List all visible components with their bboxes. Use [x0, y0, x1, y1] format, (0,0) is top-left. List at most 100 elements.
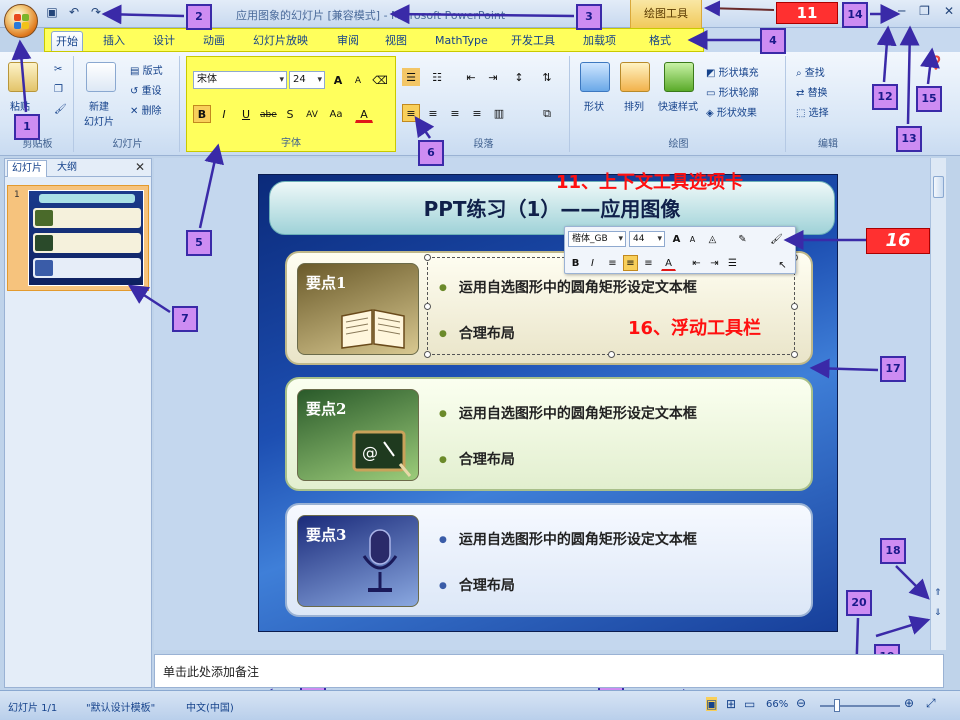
- mini-italic-button[interactable]: I: [585, 255, 600, 271]
- undo-icon[interactable]: ↶: [66, 4, 82, 20]
- mini-grow-font-button[interactable]: A: [669, 231, 684, 247]
- point-card-2[interactable]: 要点2 @ 运用自选图形中的圆角矩形设定文本框 合理布局: [285, 377, 813, 491]
- point-card-3[interactable]: 要点3 运用自选图形中的圆角矩形设定文本框 合理布局: [285, 503, 813, 617]
- tab-review[interactable]: 审阅: [333, 31, 363, 51]
- mini-align-right-button[interactable]: ≡: [641, 255, 656, 271]
- font-name-combo[interactable]: 宋体: [193, 71, 287, 89]
- quick-styles-button[interactable]: 快速样式: [658, 98, 698, 113]
- numbering-button[interactable]: ☷: [428, 68, 446, 86]
- mini-bold-button[interactable]: B: [568, 255, 583, 271]
- slide-sorter-icon[interactable]: ⊞: [726, 697, 736, 711]
- strikethrough-button[interactable]: abe: [259, 105, 277, 123]
- zoom-in-icon[interactable]: ⊕: [904, 696, 914, 710]
- select-button[interactable]: ⬚ 选择: [796, 104, 829, 119]
- copy-icon[interactable]: ❐: [54, 84, 63, 95]
- minimize-icon[interactable]: ─: [898, 4, 905, 18]
- zoom-slider[interactable]: [820, 705, 900, 707]
- save-icon[interactable]: ▣: [44, 4, 60, 20]
- resize-handle[interactable]: [608, 351, 615, 358]
- decrease-indent-button[interactable]: ⇤: [462, 68, 480, 86]
- resize-handle[interactable]: [424, 351, 431, 358]
- zoom-out-icon[interactable]: ⊖: [796, 696, 806, 710]
- italic-button[interactable]: I: [215, 105, 233, 123]
- vertical-scrollbar[interactable]: ⇑ ⇓: [930, 158, 946, 650]
- next-slide-icon[interactable]: ⇓: [934, 608, 942, 618]
- prev-slide-icon[interactable]: ⇑: [934, 588, 942, 598]
- notes-pane[interactable]: 单击此处添加备注: [154, 654, 944, 688]
- line-spacing-button[interactable]: ↕: [510, 68, 528, 86]
- grow-font-button[interactable]: A: [329, 71, 347, 89]
- mini-font-color-button[interactable]: A: [661, 255, 676, 271]
- tab-view[interactable]: 视图: [381, 31, 411, 51]
- tab-slides-pane[interactable]: 幻灯片: [7, 160, 47, 177]
- language-status[interactable]: 中文(中国): [186, 699, 234, 714]
- shape-outline-button[interactable]: ▭ 形状轮廓: [706, 84, 759, 99]
- tab-animation[interactable]: 动画: [199, 31, 229, 51]
- increase-indent-button[interactable]: ⇥: [484, 68, 502, 86]
- smartart-button[interactable]: ⧉: [538, 104, 556, 122]
- align-center-button[interactable]: ≡: [424, 104, 442, 122]
- bullets-button[interactable]: ☰: [402, 68, 420, 86]
- mini-highlight-icon[interactable]: ◬: [705, 231, 720, 247]
- columns-button[interactable]: ▥: [490, 104, 508, 122]
- scroll-thumb[interactable]: [933, 176, 944, 198]
- mini-font-name[interactable]: 楷体_GB: [568, 231, 626, 247]
- underline-button[interactable]: U: [237, 105, 255, 123]
- shape-fill-button[interactable]: ◩ 形状填充: [706, 64, 759, 79]
- mini-align-left-button[interactable]: ≡: [605, 255, 620, 271]
- fit-window-icon[interactable]: ⤢: [926, 696, 936, 711]
- shapes-button[interactable]: 形状: [584, 98, 604, 113]
- reset-button[interactable]: ↺ 重设: [130, 82, 162, 97]
- clear-format-button[interactable]: ⌫: [371, 71, 389, 89]
- tab-mathtype[interactable]: MathType: [431, 31, 492, 51]
- zoom-level[interactable]: 66%: [766, 699, 788, 710]
- text-direction-button[interactable]: ⇅: [538, 68, 556, 86]
- tab-design[interactable]: 设计: [149, 31, 179, 51]
- shape-effects-button[interactable]: ◈ 形状效果: [706, 104, 757, 119]
- layout-button[interactable]: ▤ 版式: [130, 62, 163, 77]
- tab-insert[interactable]: 插入: [99, 31, 129, 51]
- slideshow-icon[interactable]: ▭: [744, 697, 755, 711]
- tab-outline-pane[interactable]: 大纲: [53, 160, 81, 177]
- tab-home[interactable]: 开始: [51, 31, 83, 51]
- resize-handle[interactable]: [791, 351, 798, 358]
- resize-handle[interactable]: [424, 303, 431, 310]
- tab-developer[interactable]: 开发工具: [507, 31, 559, 51]
- close-icon[interactable]: ✕: [944, 4, 954, 18]
- maximize-icon[interactable]: ❐: [919, 4, 930, 18]
- mini-decrease-indent-button[interactable]: ⇤: [689, 255, 704, 271]
- mini-font-size[interactable]: 44: [629, 231, 665, 247]
- align-left-button[interactable]: ≡: [402, 104, 420, 122]
- paste-button[interactable]: 粘贴: [10, 98, 30, 113]
- find-button[interactable]: ⌕ 查找: [796, 64, 825, 79]
- office-button[interactable]: [4, 4, 38, 38]
- resize-handle[interactable]: [424, 254, 431, 261]
- theme-status[interactable]: "默认设计模板": [86, 699, 155, 714]
- replace-button[interactable]: ⇄ 替换: [796, 84, 828, 99]
- dropdown-icon[interactable]: ▾: [110, 4, 126, 20]
- tab-slideshow[interactable]: 幻灯片放映: [249, 31, 312, 51]
- change-case-button[interactable]: Aa: [327, 105, 345, 123]
- help-icon[interactable]: ❓: [928, 56, 944, 71]
- close-pane-icon[interactable]: ✕: [135, 160, 145, 174]
- spacing-button[interactable]: AV: [303, 105, 321, 123]
- mini-format-painter-icon[interactable]: 🖌: [769, 231, 784, 247]
- new-slide-button[interactable]: 新建 幻灯片: [84, 98, 114, 128]
- bold-button[interactable]: B: [193, 105, 211, 123]
- redo-icon[interactable]: ↷: [88, 4, 104, 20]
- align-right-button[interactable]: ≡: [446, 104, 464, 122]
- quick-styles-icon[interactable]: [664, 62, 694, 92]
- mini-shrink-font-button[interactable]: A: [685, 231, 700, 247]
- paste-icon[interactable]: [8, 62, 38, 92]
- new-slide-icon[interactable]: [86, 62, 116, 92]
- mini-bullets-button[interactable]: ☰: [725, 255, 740, 271]
- normal-view-icon[interactable]: ▣: [706, 697, 718, 711]
- slide-thumbnail-selected[interactable]: 1: [7, 185, 149, 291]
- shadow-button[interactable]: S: [281, 105, 299, 123]
- shapes-icon[interactable]: [580, 62, 610, 92]
- mini-pen-icon[interactable]: ✎: [735, 231, 750, 247]
- cut-icon[interactable]: ✂: [54, 64, 62, 75]
- tab-format[interactable]: 格式: [645, 31, 675, 51]
- format-painter-icon[interactable]: 🖌: [54, 104, 67, 115]
- font-color-button[interactable]: A: [355, 105, 373, 123]
